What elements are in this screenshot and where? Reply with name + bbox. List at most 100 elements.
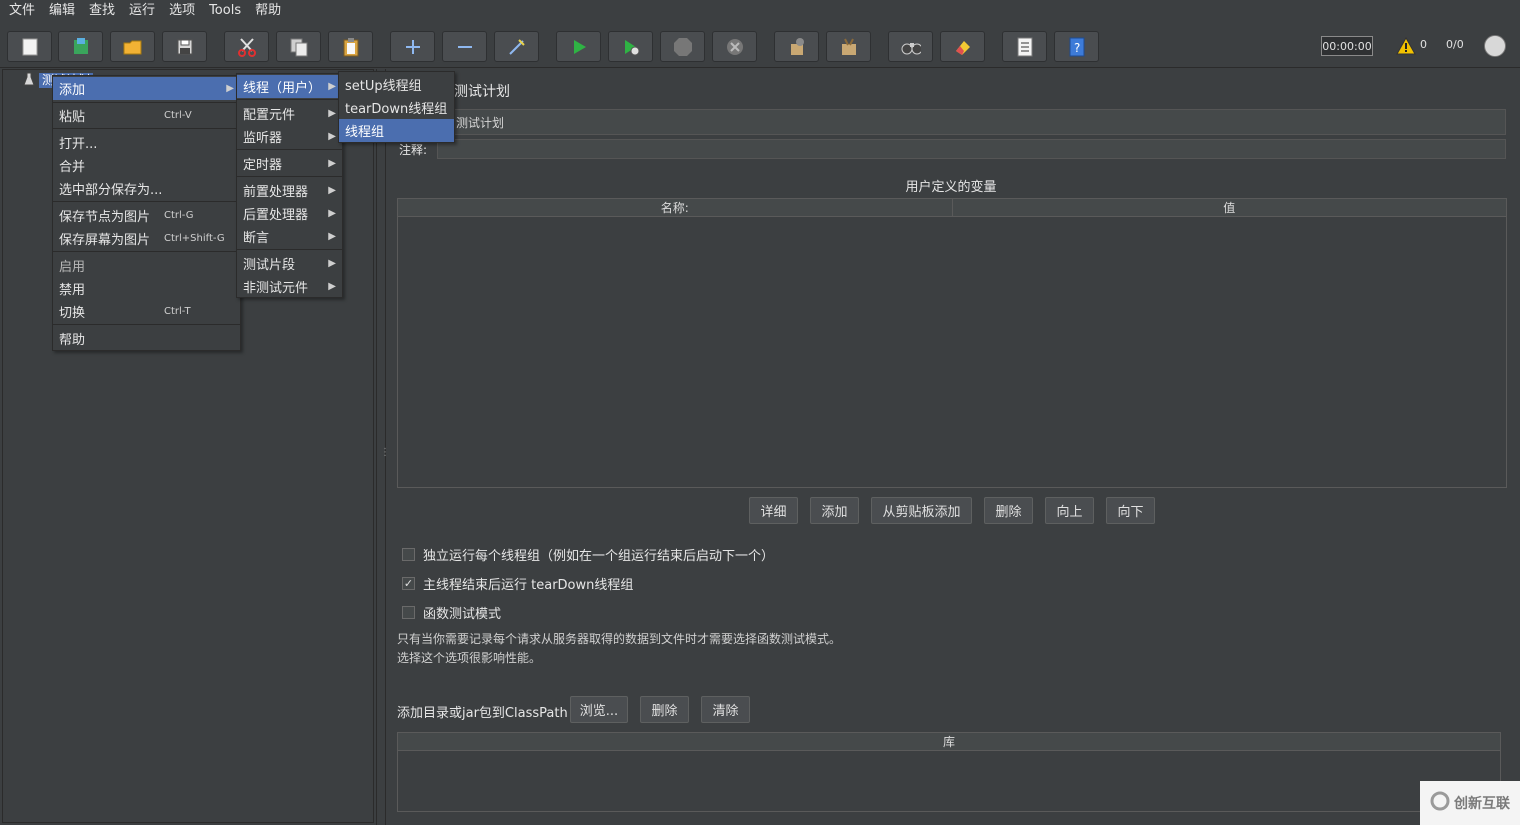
menu-separator (237, 249, 342, 250)
submenu-arrow-icon: ▶ (328, 208, 336, 219)
submenu-arrow-icon: ▶ (328, 258, 336, 269)
delete-button[interactable]: 删除 (984, 497, 1033, 524)
menu-separator (53, 128, 240, 129)
teardown-option[interactable]: ✓ 主线程结束后运行 tearDown线程组 (402, 574, 633, 593)
new-button[interactable] (7, 31, 52, 62)
udv-column-value[interactable]: 值 (953, 199, 1507, 216)
shutdown-button[interactable] (712, 31, 757, 62)
menu-search[interactable]: 查找 (82, 0, 122, 22)
watermark-logo-icon (1430, 791, 1450, 815)
context-paste[interactable]: 粘贴 Ctrl-V (53, 104, 240, 127)
name-field[interactable]: 测试计划 (397, 109, 1506, 135)
add-test-fragment[interactable]: 测试片段 ▶ (237, 252, 342, 275)
library-table[interactable]: 库 (397, 732, 1501, 812)
stop-button[interactable] (660, 31, 705, 62)
clear-all-button[interactable] (826, 31, 871, 62)
open-button[interactable] (110, 31, 155, 62)
toolbar: ? 00:00:00 0 0/0 (0, 24, 1520, 68)
context-toggle[interactable]: 切换 Ctrl-T (53, 300, 240, 323)
context-save-screen-image[interactable]: 保存屏幕为图片 Ctrl+Shift-G (53, 227, 240, 250)
add-config-element[interactable]: 配置元件 ▶ (237, 102, 342, 125)
serialize-checkbox[interactable] (402, 548, 415, 561)
clear-button[interactable] (774, 31, 819, 62)
menu-bar: 文件 编辑 查找 运行 选项 Tools 帮助 (0, 0, 1520, 22)
expand-button[interactable] (390, 31, 435, 62)
scissors-icon (237, 37, 257, 57)
submenu-arrow-icon: ▶ (328, 281, 336, 292)
context-disable[interactable]: 禁用 (53, 277, 240, 300)
context-open[interactable]: 打开... (53, 131, 240, 154)
clipboard-icon (341, 37, 361, 57)
reset-search-button[interactable] (940, 31, 985, 62)
add-threads-users[interactable]: 线程（用户） ▶ (237, 75, 342, 98)
help-button[interactable]: ? (1054, 31, 1099, 62)
panel-title: 测试计划 (454, 84, 510, 100)
function-helper-button[interactable] (1002, 31, 1047, 62)
context-save-node-image[interactable]: 保存节点为图片 Ctrl-G (53, 204, 240, 227)
add-listener[interactable]: 监听器 ▶ (237, 125, 342, 148)
udv-table-header: 名称: 值 (398, 199, 1506, 217)
add-pre-processor[interactable]: 前置处理器 ▶ (237, 179, 342, 202)
detail-button[interactable]: 详细 (749, 497, 798, 524)
functional-mode-option[interactable]: 函数测试模式 (402, 603, 501, 622)
binoculars-icon (901, 37, 921, 57)
menu-tools[interactable]: Tools (202, 0, 248, 22)
threads-submenu: setUp线程组 tearDown线程组 线程组 (338, 71, 455, 143)
split-pane-divider[interactable]: ⋮ (376, 69, 390, 825)
add-thread-group[interactable]: 线程组 (339, 119, 454, 142)
cut-button[interactable] (224, 31, 269, 62)
udv-button-row: 详细 添加 从剪贴板添加 删除 向上 向下 (388, 497, 1518, 525)
menu-file[interactable]: 文件 (2, 0, 42, 22)
search-button[interactable] (888, 31, 933, 62)
minus-icon (455, 37, 475, 57)
add-from-clipboard-button[interactable]: 从剪贴板添加 (871, 497, 972, 524)
copy-icon (289, 37, 309, 57)
save-button[interactable] (162, 31, 207, 62)
add-setup-thread-group[interactable]: setUp线程组 (339, 73, 454, 96)
templates-button[interactable] (58, 31, 103, 62)
comment-field[interactable] (437, 139, 1506, 159)
shutdown-icon (725, 37, 745, 57)
add-non-test-element[interactable]: 非测试元件 ▶ (237, 275, 342, 298)
serialize-threadgroups-option[interactable]: 独立运行每个线程组（例如在一个组运行结束后启动下一个） (402, 545, 774, 564)
submenu-arrow-icon: ▶ (328, 131, 336, 142)
start-no-pause-button[interactable] (608, 31, 653, 62)
move-down-button[interactable]: 向下 (1106, 497, 1155, 524)
menu-options[interactable]: 选项 (162, 0, 202, 22)
teardown-checkbox[interactable]: ✓ (402, 577, 415, 590)
collapse-button[interactable] (442, 31, 487, 62)
udv-table[interactable]: 名称: 值 (397, 198, 1507, 488)
menu-run[interactable]: 运行 (122, 0, 162, 22)
start-button[interactable] (556, 31, 601, 62)
browse-button[interactable]: 浏览... (570, 696, 628, 723)
add-submenu: 线程（用户） ▶ 配置元件 ▶ 监听器 ▶ 定时器 ▶ 前置处理器 ▶ 后置处理器 ▶ 断言… (236, 73, 343, 298)
menu-edit[interactable]: 编辑 (42, 0, 82, 22)
context-add[interactable]: 添加 ▶ (53, 77, 240, 100)
warning-icon[interactable] (1396, 36, 1416, 58)
copy-button[interactable] (276, 31, 321, 62)
context-merge[interactable]: 合并 (53, 154, 240, 177)
context-save-selection[interactable]: 选中部分保存为... (53, 177, 240, 200)
move-up-button[interactable]: 向上 (1045, 497, 1094, 524)
udv-column-name[interactable]: 名称: (398, 199, 953, 216)
menu-help[interactable]: 帮助 (248, 0, 288, 22)
paste-button[interactable] (328, 31, 373, 62)
classpath-clear-button[interactable]: 清除 (701, 696, 750, 723)
library-column[interactable]: 库 (398, 733, 1500, 751)
add-button[interactable]: 添加 (810, 497, 859, 524)
add-teardown-thread-group[interactable]: tearDown线程组 (339, 96, 454, 119)
context-help[interactable]: 帮助 (53, 327, 240, 350)
menu-separator (53, 102, 240, 103)
toggle-button[interactable] (494, 31, 539, 62)
add-timer[interactable]: 定时器 ▶ (237, 152, 342, 175)
play-no-timer-icon (621, 37, 641, 57)
context-enable[interactable]: 启用 (53, 254, 240, 277)
comment-row: 注释: (397, 139, 1506, 159)
add-post-processor[interactable]: 后置处理器 ▶ (237, 202, 342, 225)
classpath-delete-button[interactable]: 删除 (640, 696, 689, 723)
list-icon (1015, 37, 1035, 57)
add-assertion[interactable]: 断言 ▶ (237, 225, 342, 248)
functional-mode-checkbox[interactable] (402, 606, 415, 619)
submenu-arrow-icon: ▶ (328, 158, 336, 169)
tree-context-menu: 添加 ▶ 粘贴 Ctrl-V 打开... 合并 选中部分保存为... 保存节点为图片… (52, 75, 241, 351)
